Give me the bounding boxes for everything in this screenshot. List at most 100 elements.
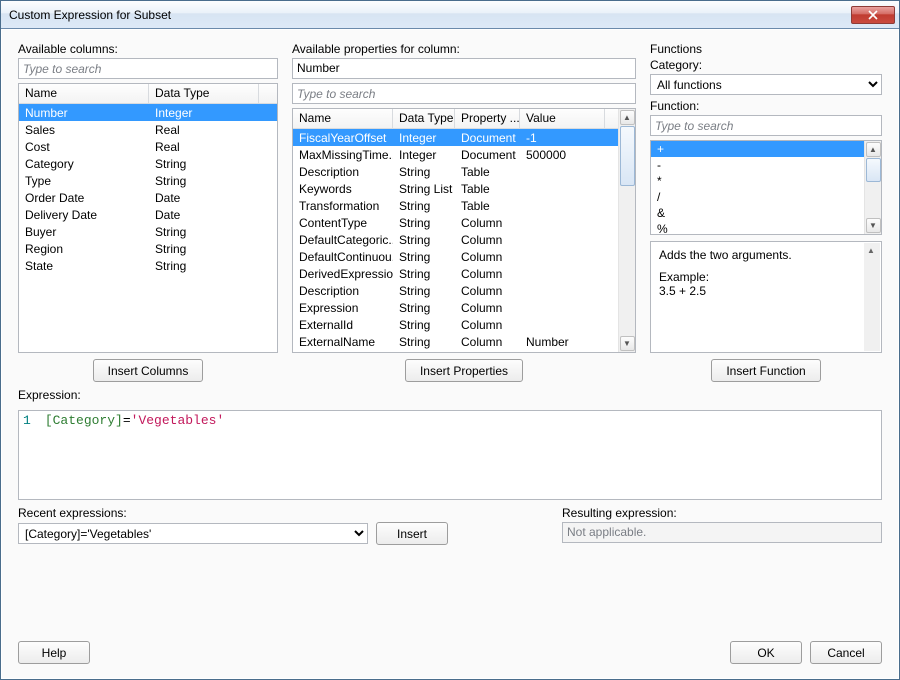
columns-headers: Name Data Type (19, 84, 277, 104)
function-rows[interactable]: +-*/&%!= (651, 141, 864, 234)
properties-header-type[interactable]: Data Type (393, 109, 455, 128)
properties-header-value[interactable]: Value (520, 109, 605, 128)
property-type: String (393, 199, 455, 213)
property-row[interactable]: TransformationStringTable (293, 197, 618, 214)
property-row[interactable]: FiscalYearOffsetIntegerDocument-1 (293, 129, 618, 146)
property-value: 500000 (520, 148, 605, 162)
scroll-up-icon[interactable]: ▲ (866, 142, 881, 157)
functions-section-label: Functions (650, 42, 882, 56)
function-row[interactable]: + (651, 141, 864, 157)
resulting-value: Not applicable. (562, 522, 882, 543)
property-row[interactable]: ExpressionStringColumn (293, 299, 618, 316)
property-scope: Column (455, 335, 520, 349)
property-scope: Column (455, 352, 520, 353)
insert-columns-button[interactable]: Insert Columns (93, 359, 204, 382)
property-row[interactable]: DescriptionStringTable (293, 163, 618, 180)
columns-rows[interactable]: NumberIntegerSalesRealCostRealCategorySt… (19, 104, 277, 352)
property-row[interactable]: ExternalNameStringColumnNumber (293, 333, 618, 350)
properties-header-name[interactable]: Name (293, 109, 393, 128)
property-name: ExternalId (293, 318, 393, 332)
property-name: Keywords (293, 182, 393, 196)
expr-string-token: 'Vegetables' (131, 413, 225, 428)
column-row[interactable]: CategoryString (19, 155, 277, 172)
property-type: String (393, 284, 455, 298)
available-properties-pane: Available properties for column: Number … (292, 42, 636, 382)
property-row[interactable]: ExternalIdStringColumn (293, 316, 618, 333)
column-row[interactable]: NumberInteger (19, 104, 277, 121)
insert-properties-button[interactable]: Insert Properties (405, 359, 523, 382)
scroll-up-icon[interactable]: ▲ (864, 243, 878, 257)
desc-scrollbar[interactable]: ▲ (864, 243, 880, 351)
recent-select[interactable]: [Category]='Vegetables' (18, 523, 368, 544)
property-scope: Table (455, 165, 520, 179)
footer: Help OK Cancel (18, 631, 882, 664)
property-name: Transformation (293, 199, 393, 213)
column-row[interactable]: RegionString (19, 240, 277, 257)
close-button[interactable] (851, 6, 895, 24)
expression-editor[interactable]: 1 [Category]='Vegetables' (18, 410, 882, 500)
category-select[interactable]: All functions (650, 74, 882, 95)
property-name: DerivedExpression (293, 267, 393, 281)
function-row[interactable]: & (651, 205, 864, 221)
property-type: String (393, 216, 455, 230)
column-row[interactable]: Order DateDate (19, 189, 277, 206)
properties-scrollbar[interactable]: ▲ ▼ (618, 109, 635, 352)
property-row[interactable]: KeywordsString ListTable (293, 180, 618, 197)
category-label: Category: (650, 58, 882, 72)
property-row[interactable]: DescriptionStringColumn (293, 282, 618, 299)
property-type: String List (393, 182, 455, 196)
ok-button[interactable]: OK (730, 641, 802, 664)
help-button[interactable]: Help (18, 641, 90, 664)
columns-header-type[interactable]: Data Type (149, 84, 259, 103)
function-row[interactable]: / (651, 189, 864, 205)
property-name: FiscalYearOffset (293, 131, 393, 145)
scroll-up-icon[interactable]: ▲ (620, 110, 635, 125)
function-desc-line2: Example: (659, 270, 873, 284)
columns-header-name[interactable]: Name (19, 84, 149, 103)
titlebar: Custom Expression for Subset (1, 1, 899, 29)
resulting-pane: Resulting expression: Not applicable. (562, 506, 882, 543)
column-row[interactable]: Delivery DateDate (19, 206, 277, 223)
property-row[interactable]: MaxMissingTime...IntegerDocument500000 (293, 146, 618, 163)
column-row[interactable]: TypeString (19, 172, 277, 189)
property-type: String (393, 301, 455, 315)
function-search-input[interactable] (650, 115, 882, 136)
expression-label: Expression: (18, 388, 882, 402)
column-name: Number (19, 106, 149, 120)
column-row[interactable]: BuyerString (19, 223, 277, 240)
cancel-button[interactable]: Cancel (810, 641, 882, 664)
properties-search-input[interactable] (292, 83, 636, 104)
column-type: Date (149, 191, 259, 205)
column-row[interactable]: CostReal (19, 138, 277, 155)
property-row[interactable]: DerivedExpressionStringColumn (293, 265, 618, 282)
insert-function-button[interactable]: Insert Function (711, 359, 820, 382)
property-row[interactable]: KeywordsString ListColumn (293, 350, 618, 352)
expr-line-number: 1 (23, 413, 37, 428)
property-row[interactable]: DefaultCategoric...StringColumn (293, 231, 618, 248)
properties-header-scope[interactable]: Property ... (455, 109, 520, 128)
property-row[interactable]: ContentTypeStringColumn (293, 214, 618, 231)
insert-recent-button[interactable]: Insert (376, 522, 448, 545)
property-scope: Column (455, 284, 520, 298)
function-scrollbar[interactable]: ▲ ▼ (864, 141, 881, 234)
scroll-thumb[interactable] (620, 126, 635, 186)
function-row[interactable]: % (651, 221, 864, 234)
function-row[interactable]: - (651, 157, 864, 173)
property-type: String (393, 335, 455, 349)
expr-column-token: [Category] (45, 413, 123, 428)
scroll-thumb[interactable] (866, 158, 881, 182)
column-row[interactable]: StateString (19, 257, 277, 274)
column-row[interactable]: SalesReal (19, 121, 277, 138)
scroll-down-icon[interactable]: ▼ (866, 218, 881, 233)
properties-rows[interactable]: FiscalYearOffsetIntegerDocument-1MaxMiss… (293, 129, 618, 352)
property-name: Description (293, 165, 393, 179)
functions-pane: Functions Category: All functions Functi… (650, 42, 882, 382)
property-scope: Document (455, 148, 520, 162)
function-row[interactable]: * (651, 173, 864, 189)
scroll-down-icon[interactable]: ▼ (620, 336, 635, 351)
property-scope: Column (455, 267, 520, 281)
property-row[interactable]: DefaultContinuou...StringColumn (293, 248, 618, 265)
columns-search-input[interactable] (18, 58, 278, 79)
property-scope: Column (455, 233, 520, 247)
column-name: Buyer (19, 225, 149, 239)
